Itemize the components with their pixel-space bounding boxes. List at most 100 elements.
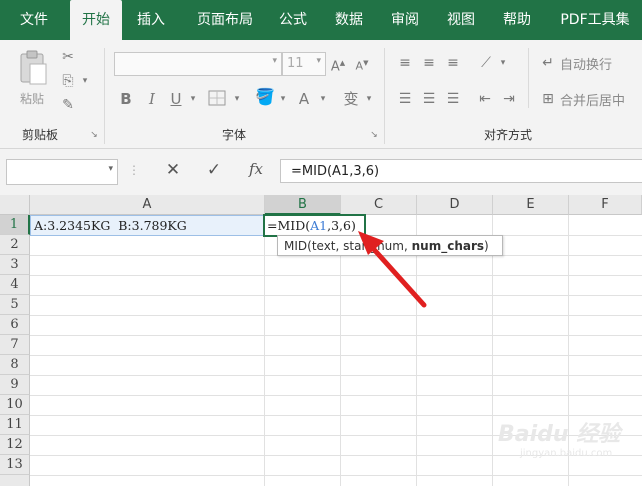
formula-input[interactable]: =MID(A1,3,6) [280, 159, 642, 183]
row-header-1[interactable]: 1 [0, 215, 30, 235]
formula-bar: ▾ ⋮ ✕ ✓ fx =MID(A1,3,6) [0, 149, 642, 195]
font-color-dropdown-icon[interactable]: ▾ [318, 90, 328, 108]
cell-a1[interactable]: A:3.2345KG B:3.789KG [30, 215, 265, 236]
copy-dropdown-icon[interactable]: ▾ [80, 72, 90, 90]
row-header-8[interactable]: 8 [0, 355, 30, 375]
align-middle-icon[interactable]: ≡ [420, 54, 438, 72]
more-icon: ⋮ [128, 163, 140, 177]
watermark-brand: Baidu 经验 [498, 422, 621, 447]
insert-function-icon[interactable]: fx [244, 160, 268, 178]
font-size-select[interactable]: 11 ▾ [282, 52, 326, 76]
column-header-e[interactable]: E [493, 195, 569, 215]
font-group-label: 字体 [222, 128, 247, 142]
tab-help[interactable]: 帮助 [494, 0, 540, 40]
cell-b1-prefix: =MID( [267, 218, 311, 233]
row-header-11[interactable]: 11 [0, 415, 30, 435]
alignment-group-label: 对齐方式 [484, 128, 533, 142]
ribbon-separator [384, 48, 385, 144]
chevron-down-icon: ▾ [316, 56, 321, 66]
tab-file[interactable]: 文件 [8, 0, 60, 40]
format-painter-icon[interactable]: ✎ [58, 96, 78, 114]
worksheet-grid[interactable]: A B C D E F 1 2 3 4 5 6 7 8 9 10 11 12 1… [0, 195, 642, 486]
cut-icon[interactable]: ✂ [58, 48, 78, 66]
align-top-icon[interactable]: ≡ [396, 54, 414, 72]
wrap-text-button[interactable]: 自动换行 [560, 54, 612, 73]
row-header-5[interactable]: 5 [0, 295, 30, 315]
decrease-font-icon[interactable]: A▼ [354, 54, 370, 76]
gridline [30, 295, 642, 296]
border-icon[interactable] [206, 90, 228, 111]
column-header-f[interactable]: F [569, 195, 642, 215]
fill-dropdown-icon[interactable]: ▾ [278, 90, 288, 108]
column-header-b[interactable]: B [265, 195, 341, 215]
ribbon-separator [104, 48, 105, 144]
ribbon-separator [528, 48, 529, 108]
row-header-3[interactable]: 3 [0, 255, 30, 275]
annotation-arrow-icon [358, 231, 427, 308]
column-header-c[interactable]: C [341, 195, 417, 215]
row-header-9[interactable]: 9 [0, 375, 30, 395]
gridline [30, 275, 642, 276]
gridline [30, 355, 642, 356]
tab-page-layout[interactable]: 页面布局 [186, 0, 264, 40]
cell-b1-reference: A1 [310, 218, 328, 233]
cancel-icon[interactable]: ✕ [164, 161, 182, 179]
chevron-down-icon[interactable]: ▾ [108, 164, 113, 174]
phonetic-dropdown-icon[interactable]: ▾ [364, 90, 374, 108]
column-header-a[interactable]: A [30, 195, 265, 215]
gridline [30, 475, 642, 476]
column-header-d[interactable]: D [417, 195, 493, 215]
font-name-select[interactable]: ▾ [114, 52, 282, 76]
row-header-7[interactable]: 7 [0, 335, 30, 355]
row-header-13[interactable]: 13 [0, 455, 30, 475]
merge-center-button[interactable]: 合并后居中 [560, 90, 625, 109]
gridline [264, 215, 265, 486]
row-header-12[interactable]: 12 [0, 435, 30, 455]
underline-dropdown-icon[interactable]: ▾ [188, 90, 198, 108]
row-header-4[interactable]: 4 [0, 275, 30, 295]
clipboard-group-label: 剪贴板 [22, 128, 59, 142]
chevron-down-icon: ▾ [272, 56, 277, 66]
italic-button[interactable]: I [144, 90, 160, 108]
fill-color-icon[interactable]: 🪣 [254, 88, 276, 106]
align-bottom-icon[interactable]: ≡ [444, 54, 462, 72]
paste-icon[interactable] [16, 48, 50, 88]
clipboard-launcher-icon[interactable]: ↘ [88, 126, 100, 144]
orientation-icon[interactable]: ⟋ [476, 54, 496, 72]
paste-label[interactable]: 粘贴 [20, 90, 44, 107]
row-header-10[interactable]: 10 [0, 395, 30, 415]
tab-home[interactable]: 开始 [70, 0, 122, 40]
ribbon-home: 粘贴 ✂ ⎘ ▾ ✎ 剪贴板 ↘ ▾ 11 ▾ A▲ A▼ B I U ▾ ▾ … [0, 40, 642, 149]
increase-indent-icon[interactable]: ⇥ [500, 90, 518, 108]
copy-icon[interactable]: ⎘ [58, 72, 78, 90]
name-box[interactable]: ▾ [6, 159, 118, 185]
enter-icon[interactable]: ✓ [204, 161, 224, 179]
row-header-6[interactable]: 6 [0, 315, 30, 335]
merge-center-icon[interactable]: ⊞ [540, 90, 556, 108]
align-right-icon[interactable]: ☰ [444, 90, 462, 108]
tab-pdf-tools[interactable]: PDF工具集 [552, 0, 638, 40]
tab-data[interactable]: 数据 [326, 0, 372, 40]
font-size-value: 11 [287, 56, 304, 71]
wrap-text-icon[interactable]: ↵ [540, 54, 556, 72]
orientation-dropdown-icon[interactable]: ▾ [498, 54, 508, 72]
align-center-icon[interactable]: ☰ [420, 90, 438, 108]
gridline [30, 315, 642, 316]
underline-button[interactable]: U [168, 90, 184, 108]
tab-formulas[interactable]: 公式 [270, 0, 316, 40]
tab-review[interactable]: 审阅 [382, 0, 428, 40]
tab-insert[interactable]: 插入 [128, 0, 174, 40]
row-header-14[interactable] [0, 475, 30, 486]
tooltip-close: ) [484, 239, 489, 253]
align-left-icon[interactable]: ☰ [396, 90, 414, 108]
decrease-indent-icon[interactable]: ⇤ [476, 90, 494, 108]
font-color-icon[interactable]: A [296, 90, 312, 108]
select-all-corner[interactable] [0, 195, 30, 215]
font-launcher-icon[interactable]: ↘ [368, 126, 380, 144]
row-header-2[interactable]: 2 [0, 235, 30, 255]
phonetic-icon[interactable]: 变 [340, 90, 362, 108]
increase-font-icon[interactable]: A▲ [330, 54, 346, 76]
tab-view[interactable]: 视图 [438, 0, 484, 40]
border-dropdown-icon[interactable]: ▾ [232, 90, 242, 108]
bold-button[interactable]: B [118, 90, 134, 108]
